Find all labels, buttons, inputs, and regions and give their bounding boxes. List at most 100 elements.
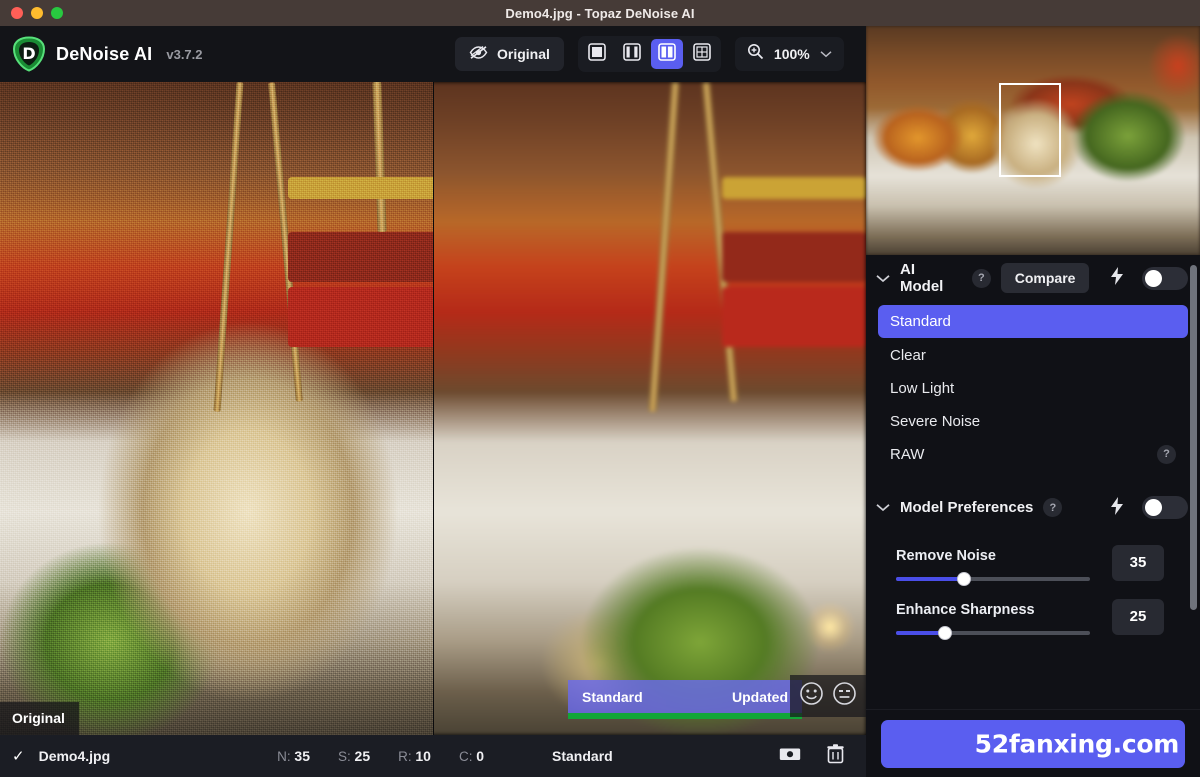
svg-text:D: D [22,44,35,63]
view-mode-group [577,36,721,72]
param-recover: R: 10 [398,748,431,764]
split-divider[interactable] [433,82,434,735]
processed-pane[interactable] [434,82,866,735]
model-item-raw[interactable]: RAW ? [878,438,1188,471]
noise-texture [0,82,433,735]
view-mode-quad[interactable] [686,39,718,69]
panel-scrollbar[interactable] [1190,265,1197,610]
brand-version: v3.7.2 [166,46,203,62]
param-key: N: [277,749,291,764]
model-preferences-section-header: Model Preferences ? [866,485,1200,531]
toggle-original-button[interactable]: Original [455,37,564,71]
single-pane-icon [588,42,606,66]
model-label: Low Light [890,379,955,397]
param-sharpness: S: 25 [338,748,370,764]
processed-status-badge: Standard Updated [568,680,802,713]
right-panel: AI Model ? Compare Standard Clear Low Li… [866,26,1200,777]
param-key: S: [338,749,351,764]
status-bar: ✓ Demo4.jpg N: 35 S: 25 R: 10 C: 0 Stand… [0,735,866,777]
image-canvas[interactable]: Original Standard Updated [0,82,866,735]
model-item-standard[interactable]: Standard [878,305,1188,338]
model-item-clear[interactable]: Clear [878,339,1188,372]
model-preferences-auto-toggle[interactable] [1142,496,1188,519]
remove-noise-value[interactable]: 35 [1112,544,1164,581]
param-value: 25 [354,748,371,764]
view-mode-three[interactable] [616,39,648,69]
preview-icon[interactable] [779,746,801,767]
remove-noise-label: Remove Noise [896,547,996,564]
view-mode-two[interactable] [650,39,683,69]
model-preferences-help-icon[interactable]: ? [1043,498,1063,517]
original-button-label: Original [497,46,550,62]
param-value: 0 [476,748,485,764]
remove-noise-row: Remove Noise 35 [866,544,1200,586]
brand-name: DeNoise AI [56,43,153,64]
enhance-sharpness-label: Enhance Sharpness [896,601,1035,618]
zoom-control[interactable]: 100% [734,37,844,71]
toolbar-controls: Original 100% [455,26,844,82]
remove-noise-slider[interactable] [896,571,1090,586]
navigator-thumbnail[interactable] [866,26,1200,255]
view-mode-single[interactable] [581,39,613,69]
processing-progress-bar [568,713,802,719]
original-pane[interactable]: Original [0,82,433,735]
enhance-sharpness-slider[interactable] [896,625,1090,640]
param-key: R: [398,749,412,764]
param-value: 35 [294,748,310,764]
model-label: Clear [890,346,926,364]
ai-model-help-icon[interactable]: ? [971,268,991,288]
compare-button[interactable]: Compare [1000,263,1090,293]
three-pane-icon [623,42,641,66]
toggle-knob [1145,499,1162,516]
ai-model-auto-toggle[interactable] [1142,266,1189,290]
processed-photo [434,82,866,735]
save-button[interactable]: 52fanxing.com [881,719,1185,768]
chevron-down-icon [820,45,832,63]
model-label: Standard [890,313,951,330]
toggle-knob [1145,269,1163,287]
watermark-text: 52fanxing.com [974,729,1180,758]
slider-handle[interactable] [937,625,952,640]
window-title: Demo4.jpg - Topaz DeNoise AI [505,5,695,21]
trash-icon[interactable] [827,743,844,769]
magnifier-plus-icon [747,43,764,65]
status-params: N: 35 S: 25 R: 10 C: 0 [277,748,484,764]
slider-handle[interactable] [956,571,971,586]
panel-footer: 52fanxing.com [866,709,1200,777]
model-item-low-light[interactable]: Low Light [878,372,1188,405]
topaz-logo-icon: D [12,36,46,72]
ai-model-title: AI Model [900,261,944,295]
enhance-sharpness-row: Enhance Sharpness 25 [866,598,1200,640]
raw-help-icon[interactable]: ? [1157,444,1176,464]
model-preferences-title: Model Preferences [900,499,1034,516]
param-noise: N: 35 [277,748,310,764]
zoom-level-value: 100% [773,46,810,62]
lightning-bolt-icon [1111,496,1123,519]
enhance-sharpness-value[interactable]: 25 [1112,598,1164,635]
feedback-controls [790,675,866,717]
chevron-down-icon[interactable] [876,500,890,515]
original-pane-label: Original [0,702,79,735]
status-model: Standard [552,748,613,764]
ai-model-section-header: AI Model ? Compare [866,255,1200,301]
chevron-down-icon[interactable] [876,271,890,286]
checkmark-icon: ✓ [12,748,25,765]
param-color: C: 0 [459,748,484,764]
param-key: C: [458,749,473,764]
ai-model-list: Standard Clear Low Light Severe Noise RA… [866,301,1200,471]
model-item-severe-noise[interactable]: Severe Noise [878,405,1188,438]
title-bar: Demo4.jpg - Topaz DeNoise AI [0,0,1200,26]
model-label: RAW [890,445,925,463]
status-icons [779,743,866,769]
brand: D DeNoise AI v3.7.2 [0,36,203,72]
eye-slash-icon [469,45,488,63]
model-label: Severe Noise [890,412,981,430]
badge-status-text: Updated [732,688,788,705]
navigator-viewport-rect[interactable] [999,83,1061,177]
two-pane-icon [658,42,676,66]
status-filename: Demo4.jpg [38,748,111,764]
neutral-face-icon[interactable] [832,681,857,711]
param-value: 10 [415,748,431,764]
app-window: Demo4.jpg - Topaz DeNoise AI D DeNoise A… [0,0,1200,777]
happy-face-icon[interactable] [799,681,824,711]
